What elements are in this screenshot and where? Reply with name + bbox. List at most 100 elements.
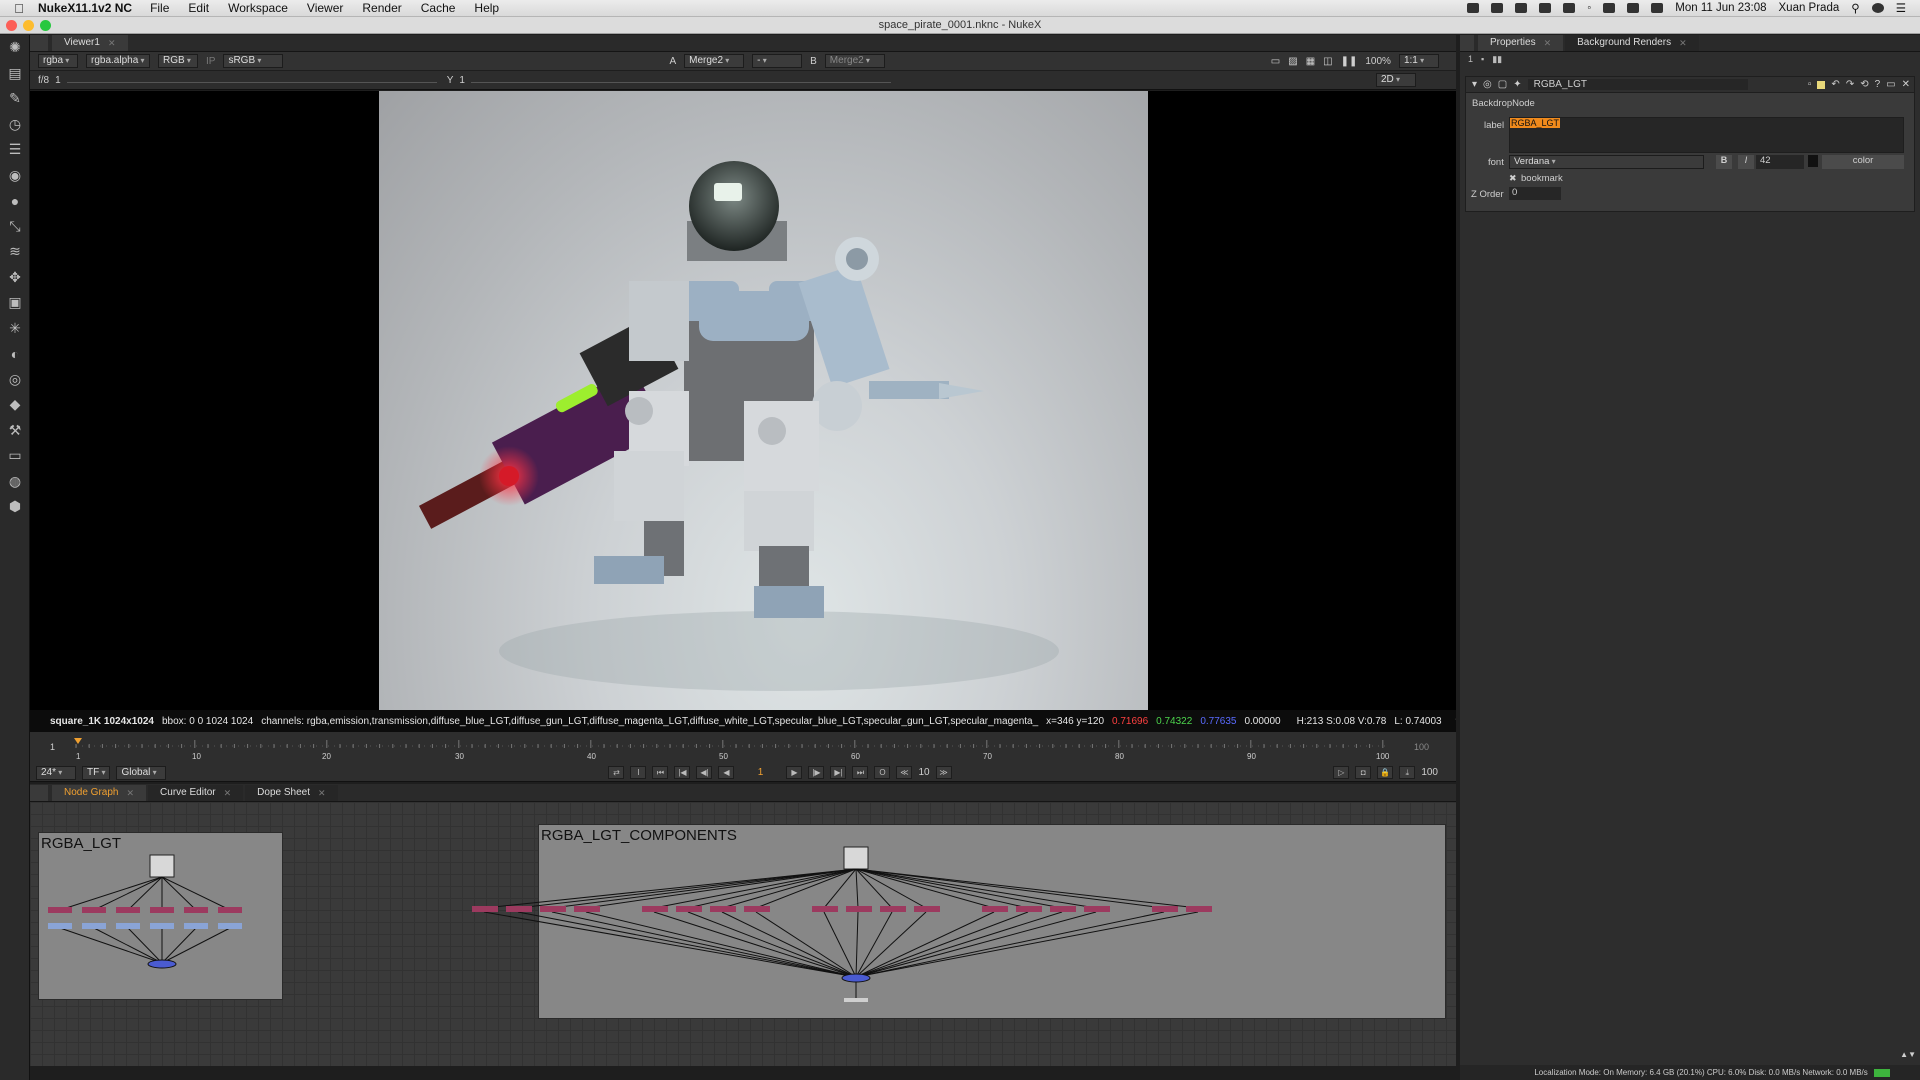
fstop-label[interactable]: f/8 (38, 75, 49, 86)
skip-back-button[interactable]: ≪ (896, 766, 913, 779)
shuffle-node[interactable] (1084, 906, 1110, 912)
grade-node[interactable] (184, 923, 208, 929)
grade-node[interactable] (82, 923, 106, 929)
tab-node-graph[interactable]: Node Graph ✕ (52, 785, 147, 801)
image-icon[interactable]: ▤ (0, 61, 30, 87)
transform-icon[interactable]: ✥ (0, 265, 30, 291)
flipbook-icon[interactable]: ▷ (1333, 766, 1350, 779)
label-textarea[interactable]: RGBA_LGT (1509, 117, 1904, 153)
monitor-out-icon[interactable]: ⤓ (1399, 766, 1416, 779)
frame-increment-field[interactable]: 10 (918, 767, 929, 778)
wifi-icon[interactable]: ◦ (1587, 2, 1591, 14)
shuffle-node[interactable] (1016, 906, 1042, 912)
menu-workspace[interactable]: Workspace (228, 1, 288, 15)
z-order-field[interactable]: 0 (1509, 187, 1561, 200)
color-icon[interactable]: ◉ (0, 163, 30, 189)
nuke-logo-icon[interactable]: ✺ (0, 35, 30, 61)
input-source-icon[interactable] (1603, 3, 1616, 13)
shuffle-node[interactable] (116, 907, 140, 913)
tab-properties[interactable]: Properties ✕ (1478, 35, 1564, 51)
color-chip-icon[interactable]: ▫ (1808, 79, 1812, 90)
close-window-button[interactable] (6, 20, 17, 31)
views-icon[interactable]: ◎ (0, 367, 30, 393)
play-forward-button[interactable]: ▶ (786, 766, 803, 779)
gain-field[interactable]: 1 (55, 75, 61, 86)
node-graph-canvas[interactable]: RGBA_LGT RGBA_LGT_COMPONENTS (30, 802, 1456, 1066)
shuffle-node[interactable] (812, 906, 838, 912)
out-point-button[interactable]: O (874, 766, 891, 779)
tab-dope-sheet[interactable]: Dope Sheet ✕ (245, 785, 338, 801)
menu-file[interactable]: File (150, 1, 169, 15)
redo-icon[interactable]: ↷ (1846, 79, 1854, 90)
font-dropdown[interactable]: Verdana (1509, 155, 1704, 169)
draw-icon[interactable]: ✎ (0, 86, 30, 112)
lock-range-icon[interactable]: 🔒 (1377, 766, 1394, 779)
eject-icon[interactable] (1627, 3, 1640, 13)
grade-node[interactable] (48, 923, 72, 929)
menu-edit[interactable]: Edit (188, 1, 209, 15)
node-class-tab[interactable]: BackdropNode (1472, 98, 1535, 109)
grade-node[interactable] (150, 923, 174, 929)
ratio-dropdown[interactable]: 1:1 (1398, 54, 1439, 68)
node-color-swatch[interactable] (1817, 80, 1826, 89)
close-icon[interactable]: ✕ (108, 35, 116, 51)
other-icon[interactable]: ▭ (0, 443, 30, 469)
last-frame-button[interactable]: ⏭ (852, 766, 869, 779)
shuffle-node[interactable] (540, 906, 566, 912)
read-node[interactable] (843, 846, 869, 870)
fps-dropdown[interactable]: 24* (36, 765, 76, 780)
panel-scroll-arrow-icon[interactable]: ▲▼ (1900, 1050, 1916, 1059)
particles-icon[interactable]: ✳ (0, 316, 30, 342)
viewer-icon[interactable]: ▢ (1498, 79, 1507, 90)
shuffle-node[interactable] (846, 906, 872, 912)
ip-icon[interactable]: IP (206, 56, 215, 67)
time-icon[interactable]: ◷ (0, 112, 30, 138)
spotlight-icon[interactable]: ⚲ (1851, 1, 1859, 15)
shuffle-node[interactable] (218, 907, 242, 913)
tab-viewer1[interactable]: Viewer1 ✕ (52, 35, 128, 51)
shuffle-node[interactable] (710, 906, 736, 912)
pane-menu-icon[interactable] (1460, 35, 1474, 51)
cache-icon[interactable]: ◘ (1355, 766, 1372, 779)
range-dropdown[interactable]: Global (116, 765, 167, 780)
pane-menu-icon[interactable] (30, 785, 48, 801)
gain-slider[interactable] (66, 77, 437, 83)
lock-icon[interactable]: ◫ (1323, 56, 1332, 67)
shuffle-node[interactable] (914, 906, 940, 912)
prev-keyframe-button[interactable]: |◀ (674, 766, 691, 779)
color-swatch-button[interactable] (1808, 155, 1818, 167)
app-name-menu[interactable]: NukeX11.1v2 NC (38, 1, 132, 15)
shuffle-node[interactable] (150, 907, 174, 913)
close-icon[interactable]: ✕ (1679, 35, 1687, 51)
apple-icon[interactable]:  (0, 1, 38, 16)
pane-menu-icon[interactable] (30, 35, 48, 51)
float-icon[interactable]: ▭ (1886, 79, 1895, 90)
shuffle-node[interactable] (676, 906, 702, 912)
pause-icon[interactable]: ❚❚ (1341, 56, 1358, 67)
bookmark-checkbox[interactable]: ✖ (1509, 173, 1517, 184)
bluetooth-icon[interactable] (1563, 3, 1576, 13)
deep-icon[interactable]: ◐ (0, 341, 30, 367)
status-app-icon[interactable] (1515, 3, 1528, 13)
status-app-icon[interactable] (1491, 3, 1504, 13)
shuffle-node[interactable] (184, 907, 208, 913)
shuffle-node[interactable] (48, 907, 72, 913)
close-icon[interactable]: ✕ (224, 785, 232, 801)
shuffle-node[interactable] (642, 906, 668, 912)
node-name-field[interactable]: RGBA_LGT (1527, 79, 1748, 90)
battery-icon[interactable] (1651, 3, 1664, 13)
bold-button[interactable]: B (1716, 155, 1732, 169)
step-forward-button[interactable]: |▶ (808, 766, 825, 779)
step-back-button[interactable]: ◀| (696, 766, 713, 779)
zoom-window-button[interactable] (40, 20, 51, 31)
revert-icon[interactable]: ⟲ (1860, 79, 1868, 90)
menu-help[interactable]: Help (474, 1, 499, 15)
toolsets-icon[interactable]: ⚒ (0, 418, 30, 444)
merge-node[interactable] (147, 959, 177, 969)
display-icon[interactable] (1539, 3, 1552, 13)
clock[interactable]: Mon 11 Jun 23:08 (1675, 2, 1766, 14)
undo-icon[interactable]: ↶ (1831, 79, 1839, 90)
close-icon[interactable]: ✕ (126, 785, 134, 801)
gamma-slider[interactable] (470, 77, 891, 83)
filter-icon[interactable]: ● (0, 188, 30, 214)
